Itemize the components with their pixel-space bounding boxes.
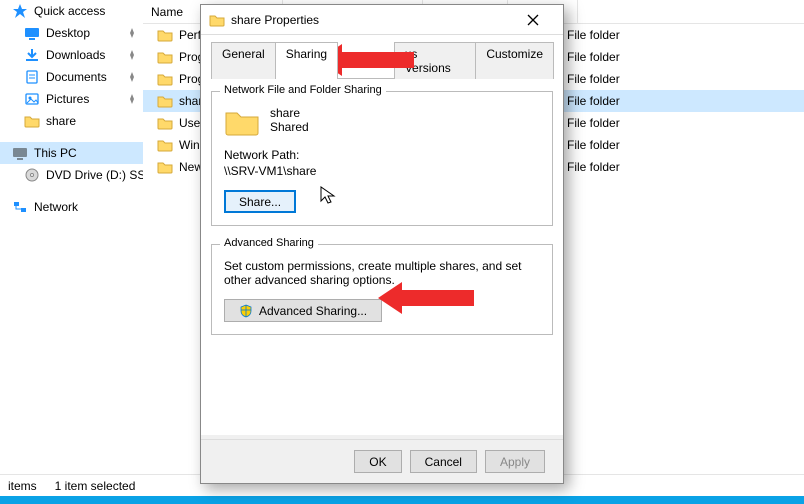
share-name: share: [270, 106, 309, 120]
pin-icon: [127, 72, 137, 82]
downloads-icon: [24, 47, 40, 63]
folder-icon: [157, 137, 173, 153]
file-type-cell: File folder: [567, 116, 620, 130]
nav-label: Pictures: [46, 92, 89, 106]
folder-icon: [157, 93, 173, 109]
folder-large-icon: [224, 106, 260, 138]
network-path-label: Network Path:: [224, 148, 540, 162]
dialog-titlebar[interactable]: share Properties: [201, 5, 563, 35]
network-icon: [12, 199, 28, 215]
nav-label: DVD Drive (D:) SSS_X6: [46, 168, 143, 182]
folder-icon: [24, 113, 40, 129]
pin-icon: [127, 28, 137, 38]
folder-icon: [157, 115, 173, 131]
nav-network[interactable]: Network: [0, 196, 143, 218]
properties-dialog: share Properties General Sharing us Vers…: [200, 4, 564, 484]
tab-strip: General Sharing us Versions Customize: [211, 41, 553, 79]
documents-icon: [24, 69, 40, 85]
status-items: items: [8, 479, 37, 493]
file-type-cell: File folder: [567, 160, 620, 174]
nav-dvd[interactable]: DVD Drive (D:) SSS_X6: [0, 164, 143, 186]
disc-icon: [24, 167, 40, 183]
group-label: Advanced Sharing: [220, 237, 318, 249]
file-type-cell: File folder: [567, 94, 620, 108]
pc-icon: [12, 145, 28, 161]
close-button[interactable]: [527, 14, 555, 26]
nav-desktop[interactable]: Desktop: [0, 22, 143, 44]
nav-share-folder[interactable]: share: [0, 110, 143, 132]
nav-label: Quick access: [34, 4, 105, 18]
file-type-cell: File folder: [567, 72, 620, 86]
group-advanced-sharing: Advanced Sharing Set custom permissions,…: [211, 244, 553, 335]
share-state: Shared: [270, 120, 309, 134]
status-selected: 1 item selected: [55, 479, 136, 493]
nav-downloads[interactable]: Downloads: [0, 44, 143, 66]
star-icon: [12, 3, 28, 19]
apply-button[interactable]: Apply: [485, 450, 545, 473]
dialog-footer: OK Cancel Apply: [201, 439, 563, 483]
file-type-cell: File folder: [567, 138, 620, 152]
nav-quick-access[interactable]: Quick access: [0, 0, 143, 22]
tab-sharing[interactable]: Sharing: [275, 42, 338, 79]
nav-label: This PC: [34, 146, 77, 160]
tab-previous-versions[interactable]: us Versions: [394, 42, 477, 79]
nav-label: Desktop: [46, 26, 90, 40]
nav-documents[interactable]: Documents: [0, 66, 143, 88]
advanced-sharing-desc: Set custom permissions, create multiple …: [224, 259, 540, 287]
explorer-nav-tree: Quick access Desktop Downloads Documents: [0, 0, 143, 490]
file-type-cell: File folder: [567, 50, 620, 64]
folder-icon: [209, 12, 225, 28]
nav-label: share: [46, 114, 76, 128]
desktop-icon: [24, 25, 40, 41]
ok-button[interactable]: OK: [354, 450, 401, 473]
tab-general[interactable]: General: [211, 42, 276, 79]
group-network-sharing: Network File and Folder Sharing share Sh…: [211, 91, 553, 226]
nav-this-pc[interactable]: This PC: [0, 142, 143, 164]
shield-icon: [239, 304, 253, 318]
folder-icon: [157, 71, 173, 87]
folder-icon: [157, 27, 173, 43]
share-button[interactable]: Share...: [224, 190, 296, 213]
network-path-value: \\SRV-VM1\share: [224, 164, 540, 178]
folder-icon: [157, 159, 173, 175]
pictures-icon: [24, 91, 40, 107]
folder-icon: [157, 49, 173, 65]
nav-label: Documents: [46, 70, 107, 84]
dialog-title: share Properties: [231, 13, 319, 27]
nav-pictures[interactable]: Pictures: [0, 88, 143, 110]
advanced-sharing-button-label: Advanced Sharing...: [259, 304, 367, 318]
taskbar-strip: [0, 496, 804, 504]
pin-icon: [127, 50, 137, 60]
dialog-body: General Sharing us Versions Customize Ne…: [201, 35, 563, 435]
advanced-sharing-button[interactable]: Advanced Sharing...: [224, 299, 382, 322]
nav-label: Network: [34, 200, 78, 214]
nav-label: Downloads: [46, 48, 105, 62]
file-type-cell: File folder: [567, 28, 620, 42]
group-label: Network File and Folder Sharing: [220, 84, 386, 96]
pin-icon: [127, 94, 137, 104]
tab-customize[interactable]: Customize: [475, 42, 554, 79]
cancel-button[interactable]: Cancel: [410, 450, 477, 473]
